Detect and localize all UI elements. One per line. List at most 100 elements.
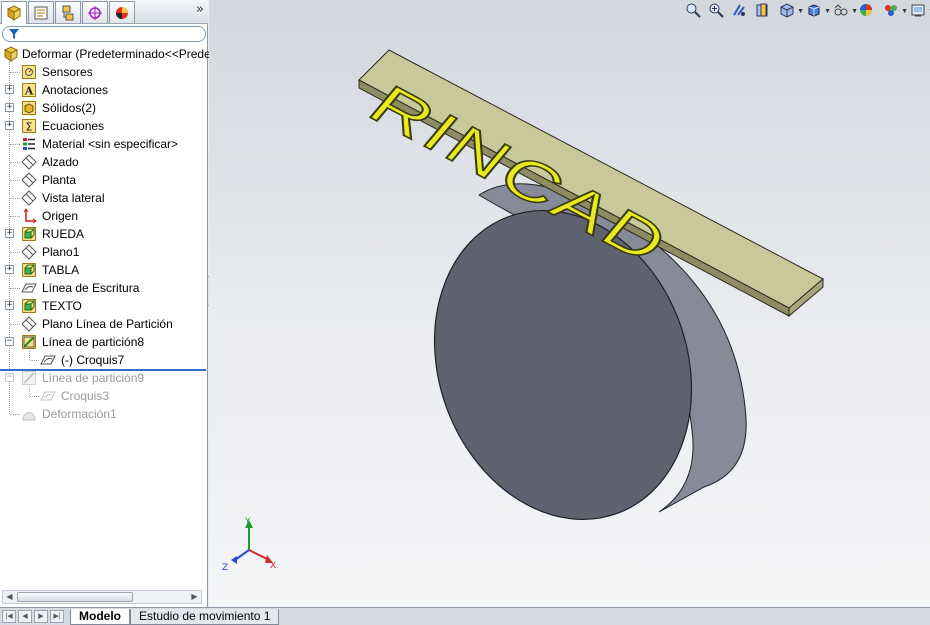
sensor-icon (22, 65, 36, 79)
tree-item-label: Croquis3 (61, 389, 110, 403)
tree-item-origen[interactable]: Origen (0, 207, 208, 225)
tree-item-label: Línea de partición9 (42, 371, 145, 385)
tab-display-manager[interactable] (109, 1, 135, 23)
filter-icon (9, 29, 19, 39)
tree-item-label: Plano1 (42, 245, 80, 259)
tree-item-linea-particion9[interactable]: − Línea de partición9 (0, 369, 208, 387)
manager-tabs: » (0, 0, 208, 24)
hide-show-items-button[interactable]: ▼ (829, 0, 858, 20)
expand-toggle[interactable]: + (5, 85, 14, 94)
tab-property-manager[interactable] (28, 1, 54, 23)
tree-item-vista-lateral[interactable]: Vista lateral (0, 189, 208, 207)
tree-item-linea-escritura[interactable]: Línea de Escritura (0, 279, 208, 297)
section-view-icon (756, 3, 768, 17)
edit-appearance-button[interactable] (856, 0, 876, 20)
scroll-thumb[interactable] (17, 592, 133, 602)
split-line-icon (22, 371, 36, 385)
split-line-icon (22, 335, 36, 349)
tree-item-label: Sensores (42, 65, 93, 79)
tree-item-solidos[interactable]: + Sólidos(2) (0, 99, 208, 117)
tree-item-ecuaciones[interactable]: + Σ Ecuaciones (0, 117, 208, 135)
scroll-left-button[interactable]: ◀ (3, 591, 16, 603)
sketch-icon (40, 391, 56, 401)
panel-more-button[interactable]: » (196, 2, 204, 17)
next-tab-button[interactable]: ▶ (34, 610, 48, 623)
part-icon (3, 46, 19, 62)
display-style-button[interactable]: ▼ (802, 0, 831, 20)
expand-toggle[interactable]: + (5, 103, 14, 112)
tree-horizontal-scrollbar[interactable]: ◀ ▶ (2, 590, 202, 604)
scroll-right-button[interactable]: ▶ (188, 591, 201, 603)
expand-toggle[interactable]: + (5, 121, 14, 130)
tree-root[interactable]: Deformar (Predeterminado<<Predeterminado… (0, 45, 275, 63)
equations-icon: Σ (22, 119, 36, 134)
zoom-to-fit-button[interactable] (683, 0, 703, 20)
extrude-feature-icon (22, 263, 36, 277)
tree-item-texto[interactable]: + TEXTO (0, 297, 208, 315)
tree-item-sensores[interactable]: Sensores (0, 63, 208, 81)
heads-up-view-toolbar: ▼ ▼ ▼ ▼ ▼ (680, 0, 930, 20)
solidworks-window: » Deformar (Predeterminado<<Predetermina… (0, 0, 930, 625)
tab-configuration-manager[interactable] (55, 1, 81, 23)
tab-modelo[interactable]: Modelo (70, 609, 130, 625)
tree-item-plano1[interactable]: Plano1 (0, 243, 208, 261)
tree-item-alzado[interactable]: Alzado (0, 153, 208, 171)
tree-item-plano-linea-particion[interactable]: Plano Línea de Partición (0, 315, 208, 333)
tree-item-label: Material <sin especificar> (42, 137, 179, 151)
plane-icon (21, 316, 37, 332)
tree-item-tabla[interactable]: + TABLA (0, 261, 208, 279)
last-tab-button[interactable]: ▶| (50, 610, 64, 623)
zoom-to-fit-icon (686, 3, 701, 18)
tree-item-label: TEXTO (42, 299, 82, 313)
tree-connector (10, 162, 20, 163)
expand-toggle[interactable]: + (5, 265, 14, 274)
section-view-button[interactable] (752, 0, 772, 20)
tree-item-label: Sólidos(2) (42, 101, 97, 115)
plane-icon (21, 172, 37, 188)
tab-feature-manager[interactable] (1, 1, 27, 24)
feature-tree-icon (6, 5, 22, 21)
tab-estudio-movimiento[interactable]: Estudio de movimiento 1 (130, 609, 280, 625)
annotation-icon: A (22, 83, 36, 98)
hide-show-items-icon (834, 4, 848, 16)
expand-toggle[interactable]: + (5, 301, 14, 310)
collapse-toggle[interactable]: − (5, 337, 14, 346)
tree-item-croquis7[interactable]: (-) Croquis7 (0, 351, 208, 369)
tree-item-deformacion1[interactable]: Deformación1 (0, 405, 208, 423)
expand-toggle[interactable]: + (5, 229, 14, 238)
tree-item-rueda[interactable]: + RUEDA (0, 225, 208, 243)
tree-item-linea-particion8[interactable]: − Línea de partición8 (0, 333, 208, 351)
tree-connector (10, 414, 20, 415)
tree-connector (30, 360, 39, 361)
graphics-area[interactable]: RINCAD Y X Z ▼ ▼ ▼ ▼ (209, 0, 930, 607)
tree-connector (10, 180, 20, 181)
svg-text:Σ: Σ (26, 121, 33, 134)
view-orientation-button[interactable]: ▼ (775, 0, 804, 20)
tab-dimxpert-manager[interactable] (82, 1, 108, 23)
tree-item-anotaciones[interactable]: + A Anotaciones (0, 81, 208, 99)
tree-item-material[interactable]: Material <sin especificar> (0, 135, 208, 153)
tree-connector (10, 252, 20, 253)
view-orientation-icon (780, 3, 794, 18)
rollback-bar[interactable] (0, 369, 206, 371)
previous-view-button[interactable] (729, 0, 749, 20)
tree-filter-input[interactable] (2, 26, 206, 42)
tree-connector (10, 324, 20, 325)
tree-item-label: (-) Croquis7 (61, 353, 125, 367)
first-tab-button[interactable]: |◀ (2, 610, 16, 623)
tree-item-label: TABLA (42, 263, 80, 277)
display-style-icon (808, 4, 820, 17)
zoom-to-area-button[interactable] (706, 0, 726, 20)
previous-tab-button[interactable]: ◀ (18, 610, 32, 623)
apply-scene-button[interactable]: ▼ (879, 0, 908, 20)
tree-item-planta[interactable]: Planta (0, 171, 208, 189)
model-scene: RINCAD Y X Z (222, 49, 824, 573)
tree-item-label: Ecuaciones (42, 119, 105, 133)
tree-item-label: Vista lateral (42, 191, 105, 205)
material-icon (23, 138, 35, 150)
view-settings-button[interactable]: ▼ (906, 0, 930, 20)
triad-z-label: Z (222, 563, 228, 573)
collapse-toggle[interactable]: − (5, 373, 14, 382)
tree-item-croquis3[interactable]: Croquis3 (0, 387, 208, 405)
tree-connector (30, 396, 39, 397)
